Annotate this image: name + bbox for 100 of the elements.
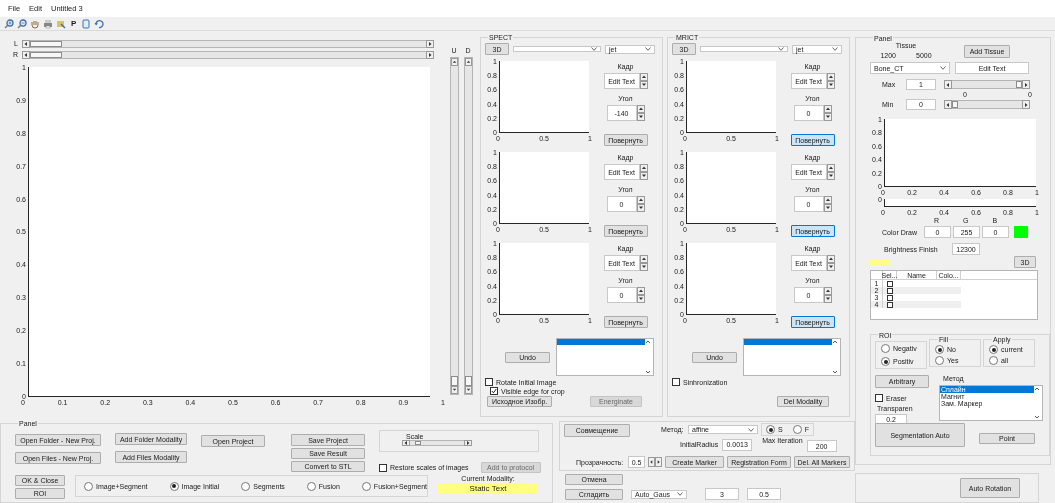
down-arrow-button[interactable] bbox=[826, 263, 835, 271]
caret-icon bbox=[677, 492, 683, 496]
up-arrow-button[interactable] bbox=[450, 58, 458, 66]
up-arrow-button[interactable] bbox=[639, 164, 648, 172]
left-arrow-button[interactable] bbox=[944, 100, 952, 109]
up-arrow-button[interactable] bbox=[636, 287, 645, 295]
down-arrow-button[interactable] bbox=[639, 172, 648, 180]
right-triangle-icon bbox=[1023, 101, 1029, 108]
slider[interactable] bbox=[944, 80, 1030, 89]
up-arrow-button[interactable] bbox=[826, 164, 835, 172]
zoom-in-icon bbox=[4, 18, 14, 29]
slider-thumb[interactable] bbox=[952, 101, 958, 108]
scroll-up-icon bbox=[1034, 386, 1040, 392]
slider[interactable] bbox=[449, 57, 459, 395]
radio-button[interactable] bbox=[881, 357, 890, 366]
up-arrow-button[interactable] bbox=[639, 255, 648, 263]
scroll-down-icon bbox=[832, 369, 838, 375]
left-arrow-button[interactable] bbox=[22, 39, 30, 48]
down-arrow-button[interactable] bbox=[826, 172, 835, 180]
up-arrow-button[interactable] bbox=[826, 255, 835, 263]
down-triangle-icon bbox=[827, 264, 834, 270]
scroll-down-icon bbox=[645, 369, 651, 375]
up-arrow-button[interactable] bbox=[823, 287, 832, 295]
radio-button[interactable] bbox=[84, 481, 93, 491]
checkbox[interactable] bbox=[887, 301, 893, 308]
radio-button[interactable] bbox=[792, 425, 802, 434]
checkbox[interactable] bbox=[887, 287, 893, 294]
slider-thumb[interactable] bbox=[1016, 81, 1022, 88]
down-arrow-button[interactable] bbox=[823, 113, 832, 121]
right-arrow-button[interactable] bbox=[1022, 100, 1030, 109]
radio-button[interactable] bbox=[241, 481, 251, 491]
slider[interactable] bbox=[402, 439, 472, 446]
checkbox[interactable] bbox=[672, 378, 680, 386]
radio-button[interactable] bbox=[881, 344, 890, 353]
scroll-down-icon bbox=[1034, 414, 1040, 420]
radio-button[interactable] bbox=[766, 425, 775, 434]
down-arrow-button[interactable] bbox=[823, 295, 832, 303]
checkbox[interactable] bbox=[379, 463, 387, 472]
checkbox[interactable] bbox=[887, 280, 893, 287]
down-arrow-button[interactable] bbox=[464, 386, 472, 394]
slider-thumb[interactable] bbox=[30, 51, 62, 58]
down-arrow-button[interactable] bbox=[636, 295, 645, 303]
slider-thumb[interactable] bbox=[450, 376, 458, 386]
slider-thumb[interactable] bbox=[414, 440, 421, 445]
slider[interactable] bbox=[944, 100, 1030, 109]
slider-thumb[interactable] bbox=[30, 40, 62, 47]
left-triangle-icon bbox=[945, 81, 951, 88]
down-arrow-button[interactable] bbox=[639, 81, 648, 89]
list-box[interactable] bbox=[743, 338, 841, 376]
left-arrow-button[interactable] bbox=[944, 80, 952, 89]
radio-button[interactable] bbox=[989, 356, 998, 365]
printer-icon bbox=[43, 18, 53, 29]
up-triangle-icon bbox=[827, 256, 834, 262]
radio-button[interactable] bbox=[169, 481, 179, 491]
down-arrow-button[interactable] bbox=[450, 386, 458, 394]
caret-icon bbox=[778, 47, 784, 51]
left-arrow-button[interactable] bbox=[402, 439, 410, 446]
up-arrow-button[interactable] bbox=[823, 196, 832, 204]
down-arrow-button[interactable] bbox=[823, 204, 832, 212]
down-arrow-button[interactable] bbox=[639, 263, 648, 271]
list-box[interactable] bbox=[556, 338, 654, 376]
down-triangle-icon bbox=[640, 173, 647, 179]
checkbox[interactable] bbox=[875, 394, 883, 402]
p-button[interactable]: P bbox=[69, 19, 79, 28]
up-arrow-button[interactable] bbox=[639, 73, 648, 81]
right-arrow-button[interactable] bbox=[426, 39, 434, 48]
left-arrow-button[interactable] bbox=[22, 50, 30, 59]
up-triangle-icon bbox=[827, 165, 834, 171]
down-arrow-button[interactable] bbox=[636, 204, 645, 212]
radio-button[interactable] bbox=[935, 356, 944, 365]
slider-thumb[interactable] bbox=[464, 376, 472, 386]
data-cursor-icon bbox=[56, 18, 66, 29]
slider[interactable] bbox=[463, 57, 473, 395]
up-arrow-button[interactable] bbox=[636, 196, 645, 204]
checkbox[interactable] bbox=[887, 294, 893, 301]
down-arrow-button[interactable] bbox=[826, 81, 835, 89]
down-triangle-icon bbox=[827, 82, 834, 88]
up-arrow-button[interactable] bbox=[636, 105, 645, 113]
radio-button[interactable] bbox=[935, 345, 944, 354]
right-arrow-button[interactable] bbox=[426, 50, 434, 59]
checkbox[interactable] bbox=[485, 378, 493, 386]
zoom-out-icon bbox=[17, 18, 27, 29]
up-arrow-button[interactable] bbox=[826, 73, 835, 81]
radio-button[interactable] bbox=[306, 481, 316, 491]
rotate-icon bbox=[94, 18, 105, 29]
radio-button[interactable] bbox=[989, 345, 998, 354]
up-arrow-button[interactable] bbox=[464, 58, 472, 66]
up-triangle-icon bbox=[637, 288, 644, 294]
up-triangle-icon bbox=[824, 106, 831, 112]
checkbox[interactable] bbox=[490, 387, 498, 395]
down-triangle-icon bbox=[465, 387, 471, 393]
up-arrow-button[interactable] bbox=[823, 105, 832, 113]
left-triangle-icon bbox=[945, 101, 951, 108]
right-arrow-button[interactable] bbox=[464, 439, 472, 446]
up-triangle-icon bbox=[824, 197, 831, 203]
down-arrow-button[interactable] bbox=[636, 113, 645, 121]
radio-button[interactable] bbox=[361, 481, 371, 491]
up-triangle-icon bbox=[465, 59, 471, 65]
up-triangle-icon bbox=[640, 256, 647, 262]
right-arrow-button[interactable] bbox=[1022, 80, 1030, 89]
